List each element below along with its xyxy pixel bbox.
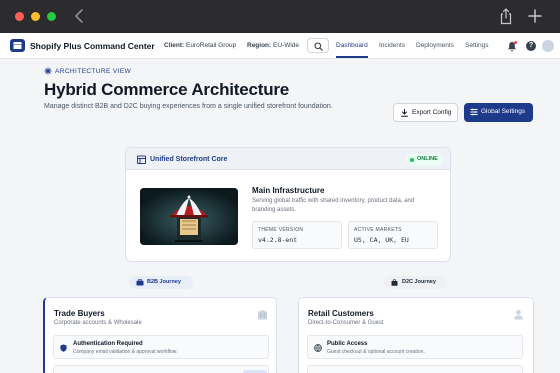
- b2b-secondary-feature: [53, 365, 269, 373]
- shield-icon: [60, 344, 67, 352]
- d2c-secondary-feature: [307, 365, 523, 373]
- public-access-feature-desc: Guest checkout & optional account creati…: [327, 349, 425, 355]
- window-titlebar: [0, 0, 560, 33]
- public-access-feature-title: Public Access: [327, 341, 368, 347]
- d2c-journey-label: D2C Journey: [402, 279, 436, 285]
- infrastructure-title: Main Infrastructure: [252, 186, 325, 195]
- globe-icon: [314, 344, 322, 352]
- notification-badge: [514, 41, 517, 44]
- storefront-core-card: Unified Storefront Core ONLINE Main Infr…: [125, 147, 451, 262]
- authentication-feature-title: Authentication Required: [73, 341, 143, 347]
- close-window-button[interactable]: [15, 12, 24, 21]
- b2b-card-title: Trade Buyers: [54, 309, 105, 318]
- core-card-title: Unified Storefront Core: [150, 156, 228, 163]
- active-markets-key: ACTIVE MARKETS: [354, 227, 402, 233]
- user-avatar[interactable]: [542, 40, 554, 52]
- d2c-card-subtitle: Direct-to-Consumer & Guest: [308, 320, 384, 326]
- share-icon[interactable]: [499, 8, 513, 25]
- download-icon: [401, 109, 408, 117]
- active-markets-value: US, CA, UK, EU: [354, 236, 409, 244]
- shopping-bag-icon: [391, 279, 398, 286]
- nav-dashboard[interactable]: Dashboard: [336, 42, 368, 49]
- client-value: EuroRetail Group: [186, 42, 237, 49]
- export-config-label: Export Config: [412, 109, 452, 116]
- global-settings-button[interactable]: Global Settings: [464, 103, 533, 122]
- nav-deployments[interactable]: Deployments: [416, 42, 454, 49]
- region-selector[interactable]: Region: EU-Wide: [247, 42, 299, 49]
- briefcase-icon: [136, 279, 144, 286]
- sliders-icon: [470, 108, 478, 116]
- status-dot: [410, 158, 414, 162]
- storefront-logo-icon: [10, 39, 25, 52]
- export-config-button[interactable]: Export Config: [393, 103, 458, 122]
- region-value: EU-Wide: [273, 42, 300, 49]
- client-selector[interactable]: Client: EuroRetail Group: [164, 42, 236, 49]
- public-access-feature: Public Access Guest checkout & optional …: [307, 335, 523, 359]
- authentication-feature: Authentication Required Company email va…: [53, 335, 269, 359]
- search-button[interactable]: [307, 38, 329, 53]
- theme-version-key: THEME VERSION: [258, 227, 304, 233]
- minimize-window-button[interactable]: [31, 12, 40, 21]
- storefront-kiosk-image: [140, 188, 238, 245]
- store-icon: [137, 155, 146, 164]
- new-tab-plus-icon[interactable]: [528, 9, 542, 23]
- architecture-icon: [44, 67, 52, 75]
- page-title: Hybrid Commerce Architecture: [44, 80, 290, 99]
- core-card-header: Unified Storefront Core ONLINE: [126, 148, 450, 170]
- theme-version-value: v4.2.8-ent: [258, 236, 298, 244]
- theme-version-stat: THEME VERSION v4.2.8-ent: [252, 221, 342, 249]
- page-subtitle: Manage distinct B2B and D2C buying exper…: [44, 103, 333, 110]
- active-tab-indicator: [336, 56, 368, 58]
- nav-settings[interactable]: Settings: [465, 42, 489, 49]
- page-eyebrow: ARCHITECTURE VIEW: [55, 68, 132, 75]
- d2c-journey-pill: D2C Journey: [384, 276, 447, 289]
- status-badge: ONLINE: [406, 154, 443, 165]
- search-icon: [314, 42, 323, 51]
- b2b-journey-pill: B2B Journey: [129, 276, 193, 289]
- person-icon: [514, 310, 523, 320]
- maximize-window-button[interactable]: [47, 12, 56, 21]
- help-icon[interactable]: ?: [526, 41, 536, 51]
- status-text: ONLINE: [417, 156, 438, 162]
- building-icon: [258, 310, 267, 320]
- nav-incidents[interactable]: Incidents: [379, 42, 405, 49]
- authentication-feature-desc: Company email validation & approval work…: [73, 349, 178, 355]
- top-navigation-bar: Shopify Plus Command Center Client: Euro…: [0, 33, 560, 59]
- b2b-journey-label: B2B Journey: [147, 279, 181, 285]
- infrastructure-description: Serving global traffic with shared inven…: [252, 198, 415, 213]
- client-label: Client:: [164, 42, 185, 49]
- d2c-card-title: Retail Customers: [308, 309, 374, 318]
- d2c-journey-card: Retail Customers Direct-to-Consumer & Gu…: [298, 297, 534, 373]
- b2b-journey-card: Trade Buyers Corporate accounts & Wholes…: [43, 297, 277, 373]
- app-brand-name: Shopify Plus Command Center: [30, 41, 155, 51]
- global-settings-label: Global Settings: [481, 108, 526, 115]
- active-markets-stat: ACTIVE MARKETS US, CA, UK, EU: [348, 221, 438, 249]
- region-label: Region:: [247, 42, 272, 49]
- b2b-card-subtitle: Corporate accounts & Wholesale: [54, 320, 142, 326]
- back-chevron-icon[interactable]: [73, 8, 85, 24]
